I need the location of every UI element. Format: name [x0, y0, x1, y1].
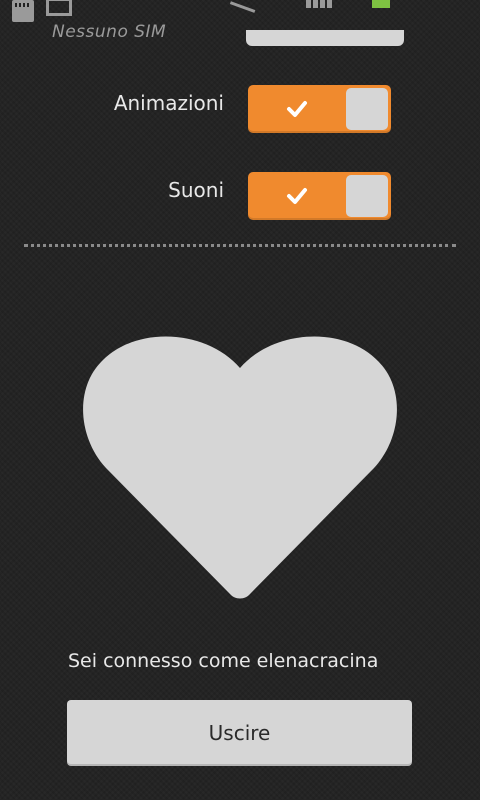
partial-setting-control[interactable]: [246, 30, 404, 46]
status-bar: Nessuno SIM ⇅: [0, 0, 480, 42]
check-icon: [287, 101, 307, 117]
setting-label-suoni: Suoni: [168, 178, 224, 202]
setting-label-animazioni: Animazioni: [113, 91, 224, 115]
check-icon: [287, 188, 307, 204]
animazioni-toggle[interactable]: [248, 85, 391, 133]
data-transfer-icon: ⇅: [274, 0, 286, 4]
carrier-label: Nessuno SIM: [52, 22, 167, 42]
signal-strength-icon: [306, 0, 334, 8]
logout-button[interactable]: Uscire: [67, 700, 412, 766]
heart-icon: [83, 336, 397, 599]
toggle-knob[interactable]: [346, 88, 388, 130]
section-divider: [24, 244, 456, 247]
image-notification-icon: [46, 0, 72, 16]
battery-icon: [372, 0, 390, 8]
logged-in-status: Sei connesso come elenacracina: [68, 650, 379, 672]
suoni-toggle[interactable]: [248, 172, 391, 220]
sd-card-icon: [12, 0, 34, 22]
mute-icon: [229, 0, 261, 13]
toggle-knob[interactable]: [346, 175, 388, 217]
